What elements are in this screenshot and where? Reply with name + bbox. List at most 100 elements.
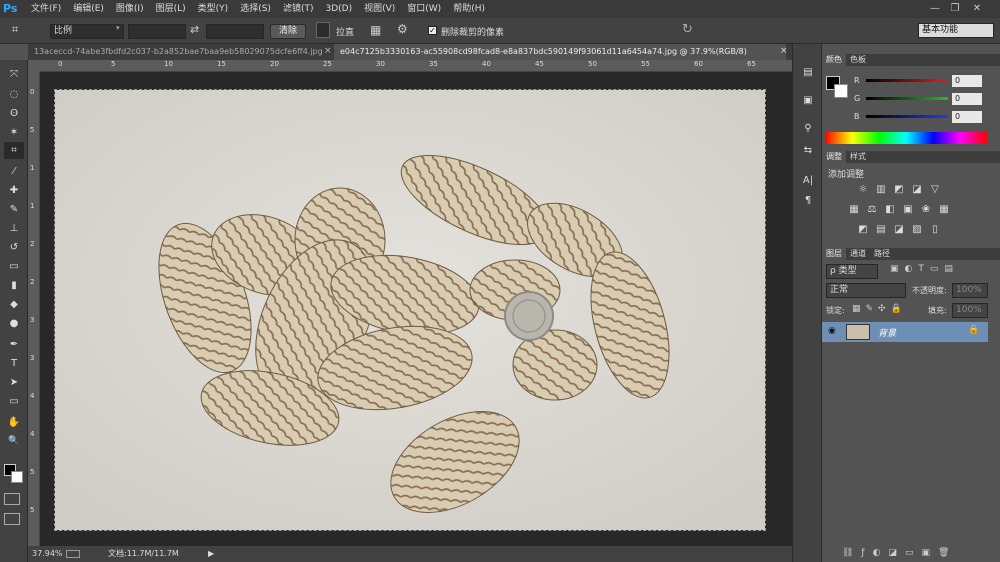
green-value[interactable]: 0 <box>952 93 982 105</box>
crop-tool-preset-icon[interactable]: ⌗ <box>12 23 36 39</box>
swap-icon[interactable]: ⇄ <box>190 23 199 36</box>
close-tab-icon[interactable]: × <box>780 46 788 56</box>
lasso-tool-icon[interactable]: ʘ <box>4 105 24 122</box>
vertical-ruler[interactable]: 0 5 1 1 2 2 3 3 4 4 5 5 <box>28 72 40 546</box>
menu-select[interactable]: 选择(S) <box>234 0 277 18</box>
photo-filter-icon[interactable]: ▣ <box>902 204 914 216</box>
healing-brush-tool-icon[interactable]: ✚ <box>4 182 24 199</box>
tab-styles[interactable]: 样式 <box>846 151 870 163</box>
color-lookup-icon[interactable]: ▦ <box>938 204 950 216</box>
posterize-icon[interactable]: ▤ <box>875 224 887 236</box>
restore-button[interactable]: ❐ <box>948 2 962 16</box>
magic-wand-tool-icon[interactable]: ✶ <box>4 124 24 141</box>
fill-field[interactable]: 100% <box>952 303 988 318</box>
clone-stamp-tool-icon[interactable]: ⊥ <box>4 220 24 237</box>
color-spectrum-bar[interactable] <box>825 132 987 144</box>
tab-document-2[interactable]: e04c7125b3330163-ac55908cd98fcad8-e8a837… <box>334 44 786 60</box>
tab-swatches[interactable]: 色板 <box>846 54 870 66</box>
layer-filter-icons[interactable]: ▣◐T▭▤ <box>890 264 959 274</box>
marquee-tool-icon[interactable]: ◌ <box>4 86 24 103</box>
status-menu-arrow-icon[interactable]: ▶ <box>208 546 214 562</box>
layer-row[interactable]: ◉ 背景 🔒 <box>822 322 988 342</box>
layer-filter-select[interactable]: ρ 类型 <box>826 264 878 279</box>
dodge-tool-icon[interactable]: ● <box>4 315 24 332</box>
levels-adjustment-icon[interactable]: ▥ <box>875 184 887 196</box>
tab-color[interactable]: 颜色 <box>822 54 846 66</box>
channel-mixer-icon[interactable]: ❀ <box>920 204 932 216</box>
gradient-tool-icon[interactable]: ▮ <box>4 277 24 294</box>
menu-image[interactable]: 图像(I) <box>110 0 150 18</box>
opacity-field[interactable]: 100% <box>952 283 988 298</box>
ratio-select[interactable]: 比例 <box>50 24 124 39</box>
eraser-tool-icon[interactable]: ▭ <box>4 258 24 275</box>
character-panel-icon[interactable]: A| <box>801 174 815 188</box>
menu-edit[interactable]: 编辑(E) <box>67 0 110 18</box>
blur-tool-icon[interactable]: ◆ <box>4 296 24 313</box>
gear-icon[interactable]: ⚙ <box>397 22 408 36</box>
brush-panel-icon[interactable]: ⚲ <box>801 122 815 136</box>
color-balance-icon[interactable]: ⚖ <box>866 204 878 216</box>
history-panel-icon[interactable]: ▤ <box>801 66 815 80</box>
rectangle-tool-icon[interactable]: ▭ <box>4 393 24 410</box>
blend-mode-select[interactable]: 正常 <box>826 283 906 298</box>
gradient-map-icon[interactable]: ▨ <box>911 224 923 236</box>
reset-icon[interactable]: ↻ <box>682 22 693 37</box>
workspace-select[interactable]: 基本功能 <box>918 23 994 38</box>
tab-document-1[interactable]: 13aceccd-74abe3fbdfd2c037-b2a852bae7baa9… <box>28 44 324 60</box>
pen-tool-icon[interactable]: ✒ <box>4 336 24 353</box>
type-tool-icon[interactable]: T <box>4 355 24 372</box>
path-selection-tool-icon[interactable]: ➤ <box>4 374 24 391</box>
menu-view[interactable]: 视图(V) <box>358 0 401 18</box>
straighten-icon[interactable] <box>316 22 330 38</box>
red-value[interactable]: 0 <box>952 75 982 87</box>
eyedropper-tool-icon[interactable]: ⁄ <box>4 163 24 180</box>
properties-panel-icon[interactable]: ▣ <box>801 94 815 108</box>
vibrance-adjustment-icon[interactable]: ▽ <box>929 184 941 196</box>
hand-tool-icon[interactable]: ✋ <box>4 414 24 431</box>
move-tool-icon[interactable]: ⤧ <box>4 66 24 83</box>
quick-mask-icon[interactable] <box>4 493 20 505</box>
black-white-icon[interactable]: ◧ <box>884 204 896 216</box>
zoom-level[interactable]: 37.94% <box>32 546 63 562</box>
brush-tool-icon[interactable]: ✎ <box>4 201 24 218</box>
layer-name[interactable]: 背景 <box>878 326 896 339</box>
zoom-tool-icon[interactable]: 🔍 <box>4 433 24 450</box>
tab-paths[interactable]: 路径 <box>870 248 894 260</box>
visibility-eye-icon[interactable]: ◉ <box>828 326 836 336</box>
horizontal-ruler[interactable]: 0 5 10 15 20 25 30 35 40 45 50 55 60 65 <box>40 60 792 72</box>
tab-channels[interactable]: 通道 <box>846 248 870 260</box>
menu-3d[interactable]: 3D(D) <box>319 0 358 18</box>
ratio-width-field[interactable] <box>128 24 186 39</box>
crop-tool-icon[interactable]: ⌗ <box>4 142 24 159</box>
green-slider[interactable] <box>866 97 948 100</box>
tab-adjustments[interactable]: 调整 <box>822 151 846 163</box>
menu-type[interactable]: 类型(Y) <box>192 0 235 18</box>
grid-overlay-icon[interactable]: ▦ <box>370 23 381 37</box>
menu-filter[interactable]: 滤镜(T) <box>277 0 320 18</box>
curves-adjustment-icon[interactable]: ◩ <box>893 184 905 196</box>
paragraph-panel-icon[interactable]: ¶ <box>801 194 815 208</box>
threshold-icon[interactable]: ◪ <box>893 224 905 236</box>
selective-color-icon[interactable]: ▯ <box>929 224 941 236</box>
exposure-adjustment-icon[interactable]: ◪ <box>911 184 923 196</box>
close-window-button[interactable]: ✕ <box>970 2 984 16</box>
background-color-chip[interactable] <box>834 84 848 98</box>
minimize-button[interactable]: — <box>928 2 942 16</box>
lock-icons[interactable]: ▦✎✣🔒 <box>852 304 907 314</box>
brightness-adjustment-icon[interactable]: ☼ <box>857 184 869 196</box>
screen-mode-icon[interactable] <box>4 513 20 525</box>
menu-help[interactable]: 帮助(H) <box>447 0 491 18</box>
blue-slider[interactable] <box>866 115 948 118</box>
document-image[interactable] <box>54 89 766 531</box>
delete-cropped-checkbox[interactable]: ✓ <box>428 26 437 35</box>
menu-file[interactable]: 文件(F) <box>25 0 67 18</box>
history-brush-tool-icon[interactable]: ↺ <box>4 239 24 256</box>
ratio-height-field[interactable] <box>206 24 264 39</box>
menu-layer[interactable]: 图层(L) <box>150 0 192 18</box>
tab-layers[interactable]: 图层 <box>822 248 846 260</box>
red-slider[interactable] <box>866 79 948 82</box>
invert-icon[interactable]: ◩ <box>857 224 869 236</box>
close-tab-icon[interactable]: × <box>324 46 332 56</box>
brush-presets-icon[interactable]: ⇆ <box>801 144 815 158</box>
layer-footer-icons[interactable]: ⛓ƒ◐◪▭▣🗑 <box>842 548 957 558</box>
